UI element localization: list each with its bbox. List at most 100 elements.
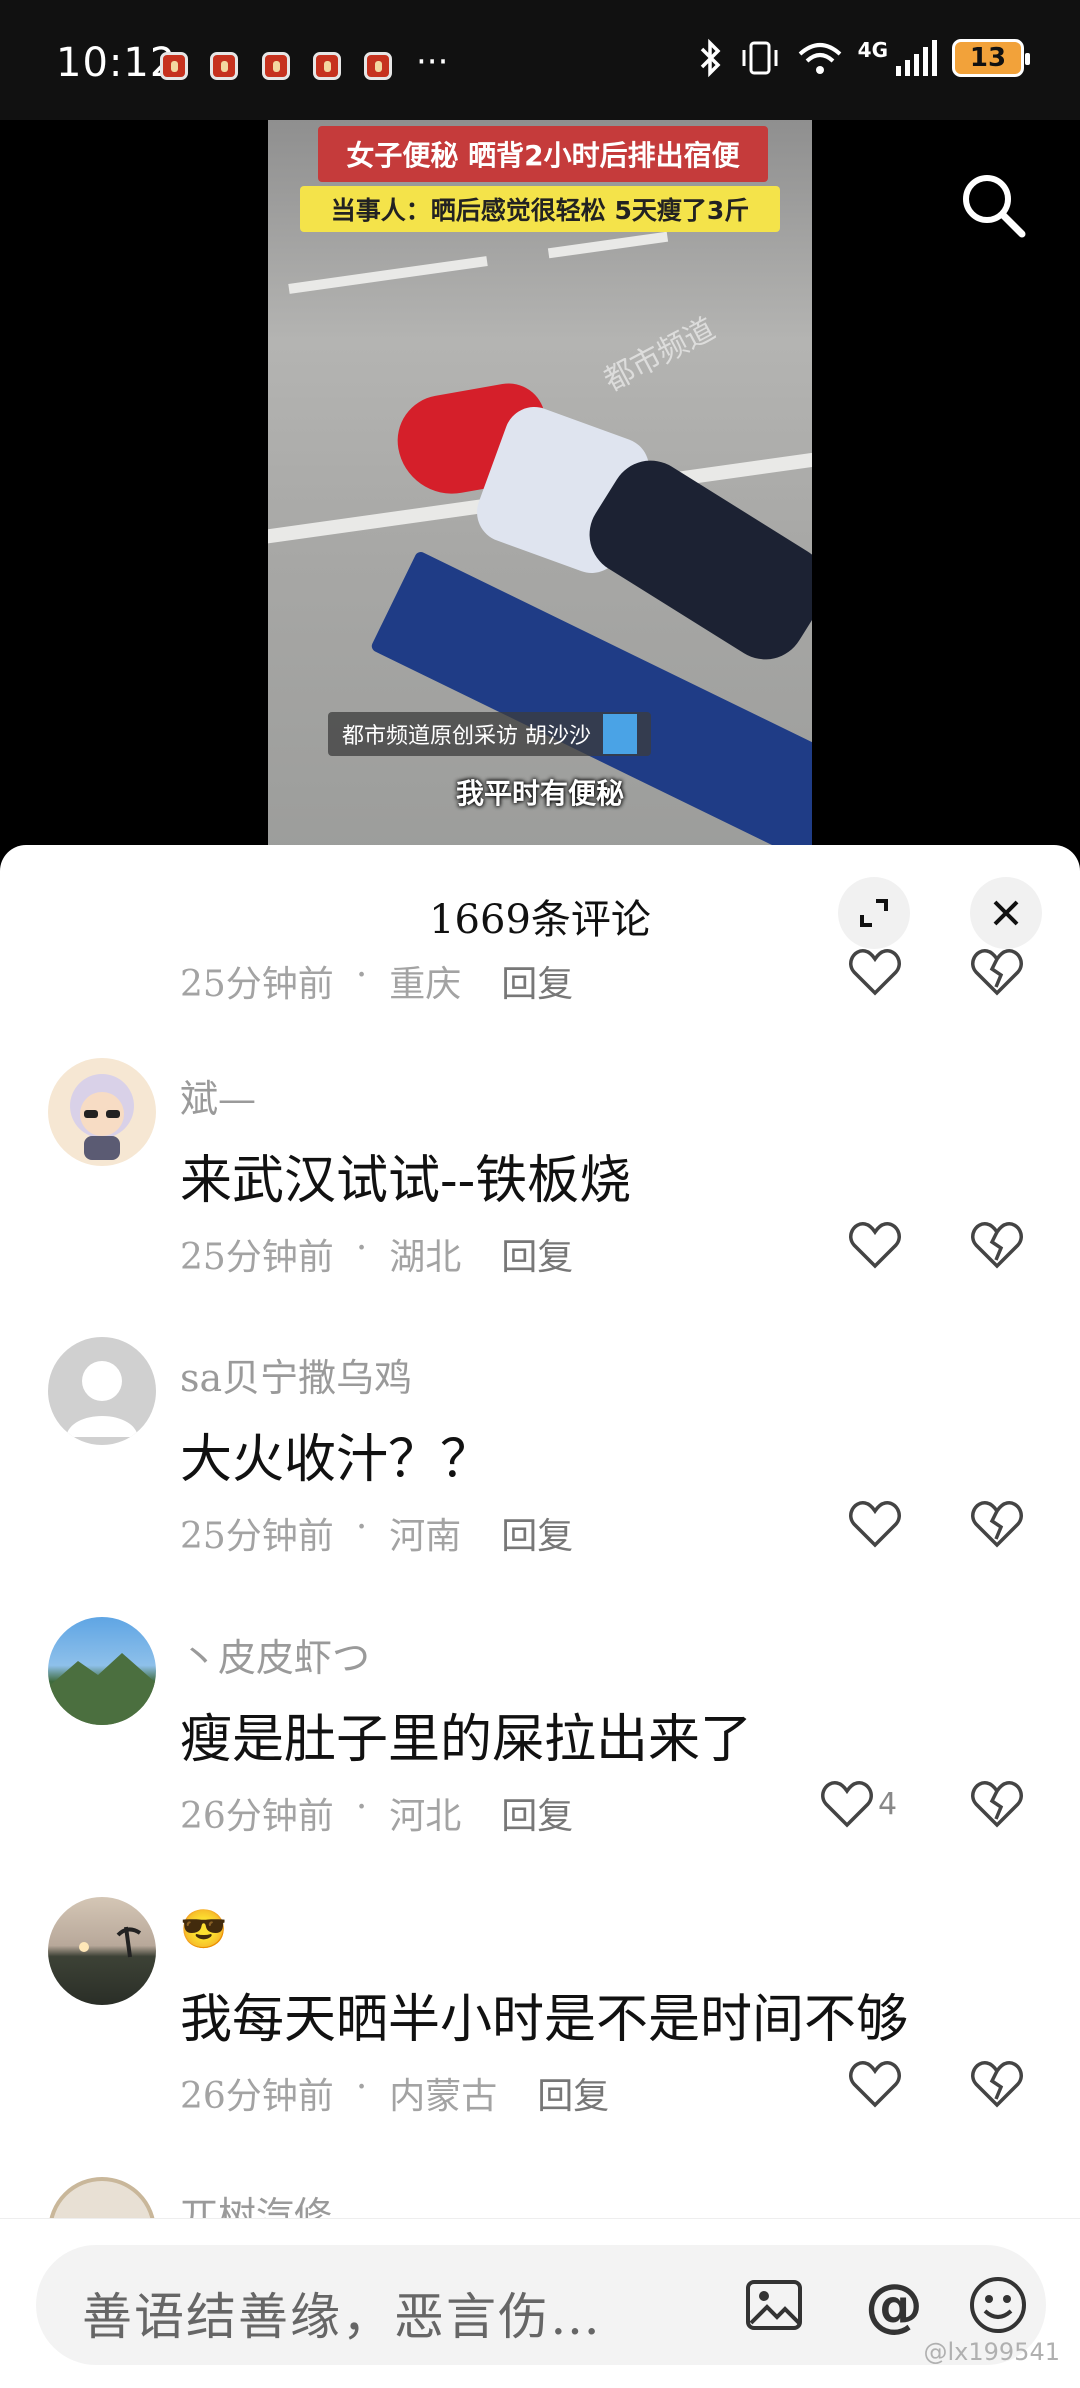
comment-input-bar: 善语结善缘，恶言伤… @ @lx199541 [0, 2218, 1080, 2388]
reply-button[interactable]: 回复 [501, 1787, 573, 1839]
app-notification-icon [313, 52, 341, 80]
heart-icon [849, 949, 901, 996]
dislike-button[interactable] [970, 1499, 1024, 1553]
broken-heart-icon [971, 1222, 1023, 1269]
heart-icon [849, 1222, 901, 1269]
comment-text: 来武汉试试--铁板烧 [180, 1151, 632, 1211]
comment-item: 😎 我每天晒半小时是不是时间不够 26分钟前 · 内蒙古 回复 [0, 1897, 1080, 2167]
comment-author[interactable]: 斌— [180, 1068, 256, 1123]
sunset-avatar-image [79, 1926, 142, 1958]
reply-button[interactable]: 回复 [501, 955, 573, 1007]
video-subtitle: 我平时有便秘 [455, 777, 624, 810]
video-player[interactable]: 女子便秘 晒背2小时后排出宿便 当事人：晒后感觉很轻松 5天瘦了3斤 都市频道 … [0, 120, 1080, 855]
comment-text: 我每天晒半小时是不是时间不够 [180, 1990, 909, 2050]
comment-meta: 25分钟前 · 河南 回复 [180, 1507, 573, 1559]
comment-text: 大火收汁？？ [180, 1430, 493, 1490]
meta-separator: · [355, 1787, 368, 1828]
comment-time: 26分钟前 [180, 1796, 334, 1837]
search-button[interactable] [956, 168, 1030, 242]
dislike-button[interactable] [970, 1779, 1024, 1833]
heart-icon [821, 1781, 873, 1828]
comment-input-placeholder: 善语结善缘，恶言伤… [82, 2288, 602, 2346]
wifi-icon [798, 43, 841, 74]
like-button[interactable]: 4 [820, 1779, 897, 1829]
emoji-icon [970, 2277, 1026, 2333]
comment-location: 重庆 [389, 964, 462, 1005]
comment-location: 河北 [389, 1796, 462, 1837]
like-count: 4 [878, 1786, 898, 1822]
like-button[interactable] [848, 1220, 902, 1270]
video-credit-text: 都市频道原创采访 胡沙沙 [342, 724, 591, 749]
comment-author[interactable]: 😎 [180, 1907, 227, 1952]
battery-level: 13 [969, 43, 1007, 73]
reply-button[interactable]: 回复 [501, 1507, 573, 1559]
status-time: 10:12 [56, 40, 177, 86]
bluetooth-icon [700, 38, 721, 78]
more-notifications-icon: ··· [416, 42, 449, 82]
road-marking [288, 256, 488, 294]
reply-button[interactable]: 回复 [537, 2067, 609, 2119]
comments-count-title: 1669条评论 [429, 897, 651, 943]
like-button[interactable] [848, 947, 902, 997]
channel-watermark: 都市频道 [598, 311, 721, 399]
comment-author[interactable]: sa贝宁撒乌鸡 [180, 1347, 412, 1402]
meta-separator: · [355, 2067, 368, 2108]
comments-sheet: 1669条评论 25分钟前 · 重庆 回复 斌— 来武汉试试--铁板烧 25分钟… [0, 845, 1080, 2388]
broken-heart-icon [971, 1781, 1023, 1828]
status-bar: 10:12 ··· 4G 13 [0, 0, 1080, 120]
comment-meta: 26分钟前 · 内蒙古 回复 [180, 2067, 609, 2119]
broken-heart-icon [971, 2061, 1023, 2108]
comment-author[interactable]: 丶皮皮虾つ [180, 1627, 370, 1682]
comment-location: 湖北 [389, 1237, 462, 1278]
app-notification-icon [160, 52, 188, 80]
comment-item: 25分钟前 · 重庆 回复 [0, 949, 1080, 1055]
image-button[interactable] [742, 2273, 806, 2337]
meta-separator: · [355, 1228, 368, 1269]
comment-item: 斌— 来武汉试试--铁板烧 25分钟前 · 湖北 回复 [0, 1058, 1080, 1328]
battery-indicator: 13 [952, 39, 1030, 77]
network-type-label: 4G [857, 38, 888, 62]
dislike-button[interactable] [970, 947, 1024, 1001]
comment-time: 25分钟前 [180, 964, 334, 1005]
avatar[interactable] [48, 1058, 156, 1166]
video-headline: 女子便秘 晒背2小时后排出宿便 [318, 126, 768, 182]
heart-icon [849, 2061, 901, 2108]
cartoon-avatar-image [70, 1074, 134, 1160]
comment-meta: 25分钟前 · 湖北 回复 [180, 1228, 573, 1280]
like-button[interactable] [848, 2059, 902, 2109]
broken-heart-icon [971, 949, 1023, 996]
close-icon [993, 900, 1019, 926]
road-marking [547, 231, 669, 259]
video-credit: 都市频道原创采访 胡沙沙 [328, 712, 651, 756]
dislike-button[interactable] [970, 1220, 1024, 1274]
comment-item: sa贝宁撒乌鸡 大火收汁？？ 25分钟前 · 河南 回复 [0, 1337, 1080, 1607]
app-notification-icon [210, 52, 238, 80]
image-icon [746, 2280, 802, 2330]
watermark-credit: @lx199541 [923, 2338, 1061, 2366]
video-frame[interactable]: 女子便秘 晒背2小时后排出宿便 当事人：晒后感觉很轻松 5天瘦了3斤 都市频道 … [268, 120, 812, 855]
dislike-button[interactable] [970, 2059, 1024, 2113]
search-icon [963, 175, 1026, 238]
app-notification-icon [262, 52, 290, 80]
reply-button[interactable]: 回复 [501, 1228, 573, 1280]
meta-separator: · [355, 955, 368, 996]
at-icon: @ [865, 2271, 923, 2339]
avatar[interactable] [48, 1337, 156, 1445]
default-avatar-icon [66, 1361, 138, 1437]
comment-location: 河南 [389, 1516, 462, 1557]
avatar[interactable] [48, 1617, 156, 1725]
comment-input[interactable]: 善语结善缘，恶言伤… @ [36, 2245, 1046, 2365]
comment-item: 丶皮皮虾つ 瘦是肚子里的屎拉出来了 26分钟前 · 河北 回复 4 [0, 1617, 1080, 1887]
comment-time: 25分钟前 [180, 1516, 334, 1557]
mountain-avatar-image [48, 1653, 156, 1725]
like-button[interactable] [848, 1499, 902, 1549]
close-button[interactable] [970, 877, 1042, 949]
expand-button[interactable] [838, 877, 910, 949]
expand-icon [860, 899, 888, 927]
avatar[interactable] [48, 1897, 156, 2005]
heart-icon [849, 1501, 901, 1548]
mention-button[interactable]: @ [862, 2271, 926, 2339]
emoji-button[interactable] [966, 2273, 1030, 2337]
app-notification-icon [364, 52, 392, 80]
comment-text: 瘦是肚子里的屎拉出来了 [180, 1710, 753, 1770]
